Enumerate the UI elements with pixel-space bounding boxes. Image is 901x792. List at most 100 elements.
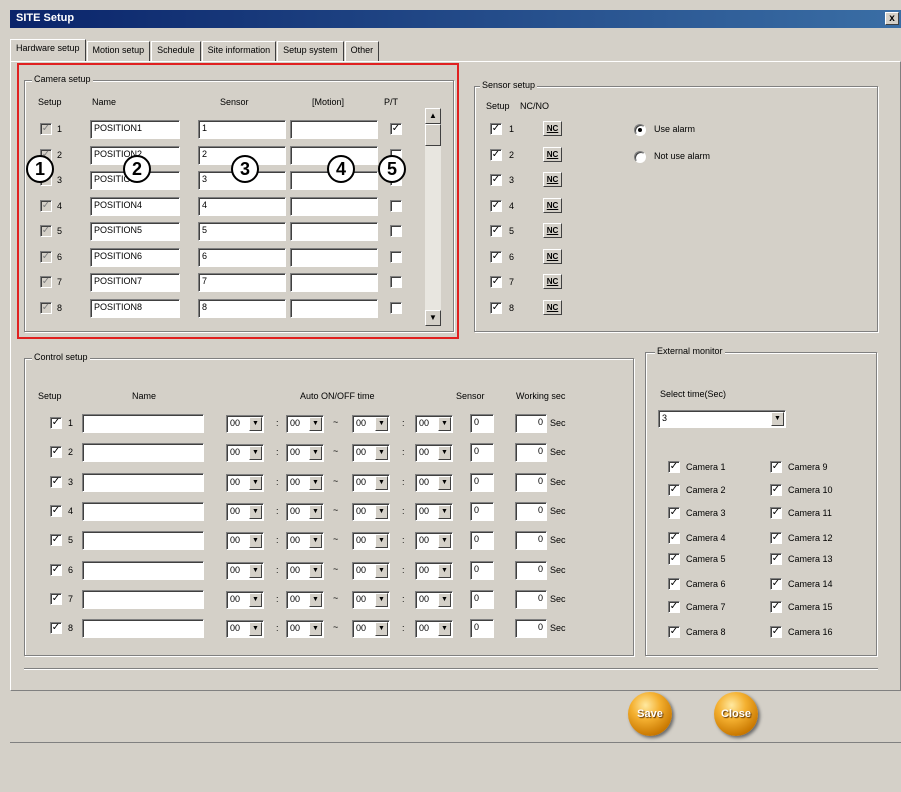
control-working-field[interactable]: 0 [515, 560, 547, 580]
control-sensor-combo[interactable]: 00 ▼ [415, 561, 453, 580]
scroll-down-arrow-icon[interactable]: ▼ [425, 310, 441, 326]
chevron-down-icon[interactable]: ▼ [249, 417, 262, 431]
control-sensor-combo[interactable]: 00 ▼ [415, 590, 453, 609]
chevron-down-icon[interactable]: ▼ [309, 592, 322, 607]
control-working-field[interactable]: 0 [515, 619, 547, 639]
control-setup-checkbox[interactable]: ✓ [50, 622, 62, 635]
control-hour-combo[interactable]: 00 ▼ [226, 620, 264, 639]
control-name-field[interactable] [82, 472, 204, 492]
control-sensor-combo[interactable]: 00 ▼ [415, 502, 453, 521]
control-sensor-field[interactable]: 0 [470, 472, 494, 492]
monitor-camera-checkbox[interactable]: ✓ [668, 578, 680, 590]
scroll-thumb[interactable] [425, 124, 441, 146]
chevron-down-icon[interactable]: ▼ [309, 622, 322, 637]
camera-setup-checkbox[interactable]: ✓ [40, 199, 52, 212]
control-setup-checkbox[interactable]: ✓ [50, 475, 62, 488]
monitor-camera-checkbox[interactable]: ✓ [770, 532, 782, 544]
control-working-field[interactable]: 0 [515, 443, 547, 463]
chevron-down-icon[interactable]: ▼ [249, 592, 262, 607]
scroll-up-arrow-icon[interactable]: ▲ [425, 108, 441, 124]
sensor-setup-checkbox[interactable]: ✓ [490, 250, 502, 263]
use-alarm-radio[interactable] [634, 124, 646, 136]
chevron-down-icon[interactable]: ▼ [375, 504, 388, 519]
monitor-camera-checkbox[interactable]: ✓ [668, 484, 680, 496]
control-name-field[interactable] [82, 560, 204, 580]
sensor-nc-button[interactable]: NC [543, 299, 562, 315]
chevron-down-icon[interactable]: ▼ [309, 534, 322, 549]
camera-motion-field[interactable] [290, 273, 378, 292]
control-on-minute-combo[interactable]: 00 ▼ [286, 620, 324, 639]
camera-sensor-field[interactable]: 7 [198, 273, 286, 292]
camera-name-field[interactable]: POSITION1 [90, 120, 180, 139]
control-hour-combo[interactable]: 00 ▼ [226, 590, 264, 609]
control-off-minute-combo[interactable]: 00 ▼ [352, 561, 390, 580]
monitor-camera-checkbox[interactable]: ✓ [770, 601, 782, 613]
control-name-field[interactable] [82, 443, 204, 463]
control-sensor-field[interactable]: 0 [470, 501, 494, 521]
chevron-down-icon[interactable]: ▼ [375, 534, 388, 549]
control-name-field[interactable] [82, 589, 204, 609]
tab-other[interactable]: Other [344, 41, 380, 61]
sensor-nc-button[interactable]: NC [543, 172, 562, 187]
monitor-camera-checkbox[interactable]: ✓ [770, 553, 782, 565]
chevron-down-icon[interactable]: ▼ [375, 446, 388, 461]
camera-sensor-field[interactable]: 1 [198, 120, 286, 139]
camera-setup-checkbox[interactable]: ✓ [40, 276, 52, 288]
control-sensor-field[interactable]: 0 [470, 560, 494, 580]
control-hour-combo[interactable]: 00 ▼ [226, 502, 264, 521]
chevron-down-icon[interactable]: ▼ [249, 534, 262, 549]
chevron-down-icon[interactable]: ▼ [438, 417, 451, 431]
camera-sensor-field[interactable]: 5 [198, 222, 286, 241]
sensor-setup-checkbox[interactable]: ✓ [490, 148, 502, 161]
chevron-down-icon[interactable]: ▼ [771, 412, 784, 426]
control-setup-checkbox[interactable]: ✓ [50, 417, 62, 429]
control-sensor-field[interactable]: 0 [470, 619, 494, 639]
camera-pt-checkbox[interactable] [390, 250, 402, 263]
control-setup-checkbox[interactable]: ✓ [50, 563, 62, 576]
sensor-setup-checkbox[interactable]: ✓ [490, 225, 502, 237]
chevron-down-icon[interactable]: ▼ [375, 417, 388, 431]
camera-motion-field[interactable] [290, 120, 378, 139]
chevron-down-icon[interactable]: ▼ [309, 417, 322, 431]
sensor-setup-checkbox[interactable]: ✓ [490, 123, 502, 135]
camera-sensor-field[interactable]: 8 [198, 298, 286, 318]
tab-schedule[interactable]: Schedule [151, 41, 201, 61]
control-sensor-combo[interactable]: 00 ▼ [415, 415, 453, 433]
chevron-down-icon[interactable]: ▼ [249, 504, 262, 519]
monitor-camera-checkbox[interactable]: ✓ [668, 626, 680, 638]
chevron-down-icon[interactable]: ▼ [309, 475, 322, 490]
control-hour-combo[interactable]: 00 ▼ [226, 473, 264, 492]
close-button[interactable]: Close [714, 692, 758, 736]
monitor-camera-checkbox[interactable]: ✓ [770, 578, 782, 590]
monitor-camera-checkbox[interactable]: ✓ [668, 507, 680, 519]
control-name-field[interactable] [82, 619, 204, 639]
chevron-down-icon[interactable]: ▼ [375, 563, 388, 578]
camera-setup-checkbox[interactable]: ✓ [40, 123, 52, 135]
control-on-minute-combo[interactable]: 00 ▼ [286, 473, 324, 492]
control-setup-checkbox[interactable]: ✓ [50, 446, 62, 459]
control-setup-checkbox[interactable]: ✓ [50, 504, 62, 517]
control-sensor-field[interactable]: 0 [470, 589, 494, 609]
camera-name-field[interactable]: POSITION5 [90, 222, 180, 241]
chevron-down-icon[interactable]: ▼ [438, 563, 451, 578]
monitor-camera-checkbox[interactable]: ✓ [770, 461, 782, 473]
camera-pt-checkbox[interactable] [390, 276, 402, 288]
control-sensor-combo[interactable]: 00 ▼ [415, 473, 453, 492]
control-hour-combo[interactable]: 00 ▼ [226, 561, 264, 580]
control-sensor-combo[interactable]: 00 ▼ [415, 620, 453, 639]
sensor-setup-checkbox[interactable]: ✓ [490, 199, 502, 212]
monitor-camera-checkbox[interactable]: ✓ [770, 484, 782, 496]
chevron-down-icon[interactable]: ▼ [249, 622, 262, 637]
chevron-down-icon[interactable]: ▼ [438, 622, 451, 637]
control-on-minute-combo[interactable]: 00 ▼ [286, 590, 324, 609]
monitor-camera-checkbox[interactable]: ✓ [668, 532, 680, 544]
control-name-field[interactable] [82, 501, 204, 521]
chevron-down-icon[interactable]: ▼ [249, 475, 262, 490]
save-button[interactable]: Save [628, 692, 672, 736]
camera-sensor-field[interactable]: 4 [198, 196, 286, 216]
monitor-camera-checkbox[interactable]: ✓ [668, 461, 680, 473]
control-working-field[interactable]: 0 [515, 472, 547, 492]
control-setup-checkbox[interactable]: ✓ [50, 534, 62, 547]
camera-name-field[interactable]: POSITION7 [90, 273, 180, 292]
sensor-nc-button[interactable]: NC [543, 223, 562, 238]
